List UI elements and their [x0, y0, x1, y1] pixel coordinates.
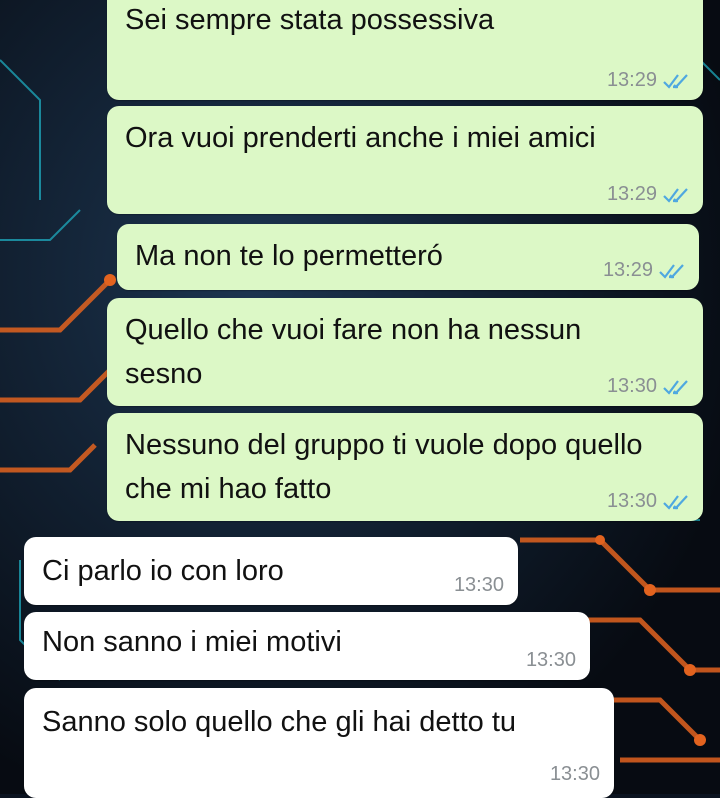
message-meta: 13:30 [454, 574, 504, 597]
double-check-icon [663, 73, 688, 89]
message-text: Non sanno i miei motivi [42, 626, 342, 658]
message-text: Sanno solo quello che gli hai detto tu [42, 706, 517, 738]
message-time: 13:29 [606, 183, 657, 205]
message-text: Ma non te lo permetteró [135, 240, 443, 272]
message-time: 13:29 [606, 69, 657, 91]
message-text: Nessuno del gruppo ti vuole dopo quello … [125, 429, 643, 505]
message-bubble-outgoing[interactable]: Sei sempre stata possessiva 13:29 [107, 0, 703, 100]
double-check-icon [663, 379, 688, 395]
double-check-icon [659, 263, 684, 279]
message-bubble-incoming[interactable]: Non sanno i miei motivi 13:30 [24, 612, 590, 680]
message-time: 13:30 [549, 763, 600, 785]
message-bubble-incoming[interactable]: Sanno solo quello che gli hai detto tu 1… [24, 688, 614, 798]
message-bubble-incoming[interactable]: Ci parlo io con loro 13:30 [24, 537, 518, 605]
double-check-icon [663, 187, 688, 203]
message-time: 13:29 [602, 259, 653, 281]
message-meta: 13:29 [607, 183, 689, 206]
double-check-icon [663, 494, 688, 510]
message-bubble-outgoing[interactable]: Nessuno del gruppo ti vuole dopo quello … [107, 413, 703, 521]
message-text: Sei sempre stata possessiva [125, 4, 495, 36]
message-text: Quello che vuoi fare non ha nessun sesno [125, 314, 582, 390]
message-time: 13:30 [606, 375, 657, 397]
message-text: Ora vuoi prenderti anche i miei amici [125, 122, 596, 154]
message-time: 13:30 [453, 574, 504, 596]
message-meta: 13:30 [607, 375, 689, 398]
message-time: 13:30 [606, 490, 657, 512]
message-meta: 13:29 [603, 259, 685, 282]
message-meta: 13:30 [526, 649, 576, 672]
message-time: 13:30 [525, 649, 576, 671]
message-meta: 13:30 [607, 490, 689, 513]
message-meta: 13:29 [607, 69, 689, 92]
message-text: Ci parlo io con loro [42, 555, 284, 587]
message-bubble-outgoing[interactable]: Ora vuoi prenderti anche i miei amici 13… [107, 106, 703, 214]
message-meta: 13:30 [550, 763, 600, 786]
message-bubble-outgoing[interactable]: Quello che vuoi fare non ha nessun sesno… [107, 298, 703, 406]
message-bubble-outgoing[interactable]: Ma non te lo permetteró 13:29 [117, 224, 699, 290]
